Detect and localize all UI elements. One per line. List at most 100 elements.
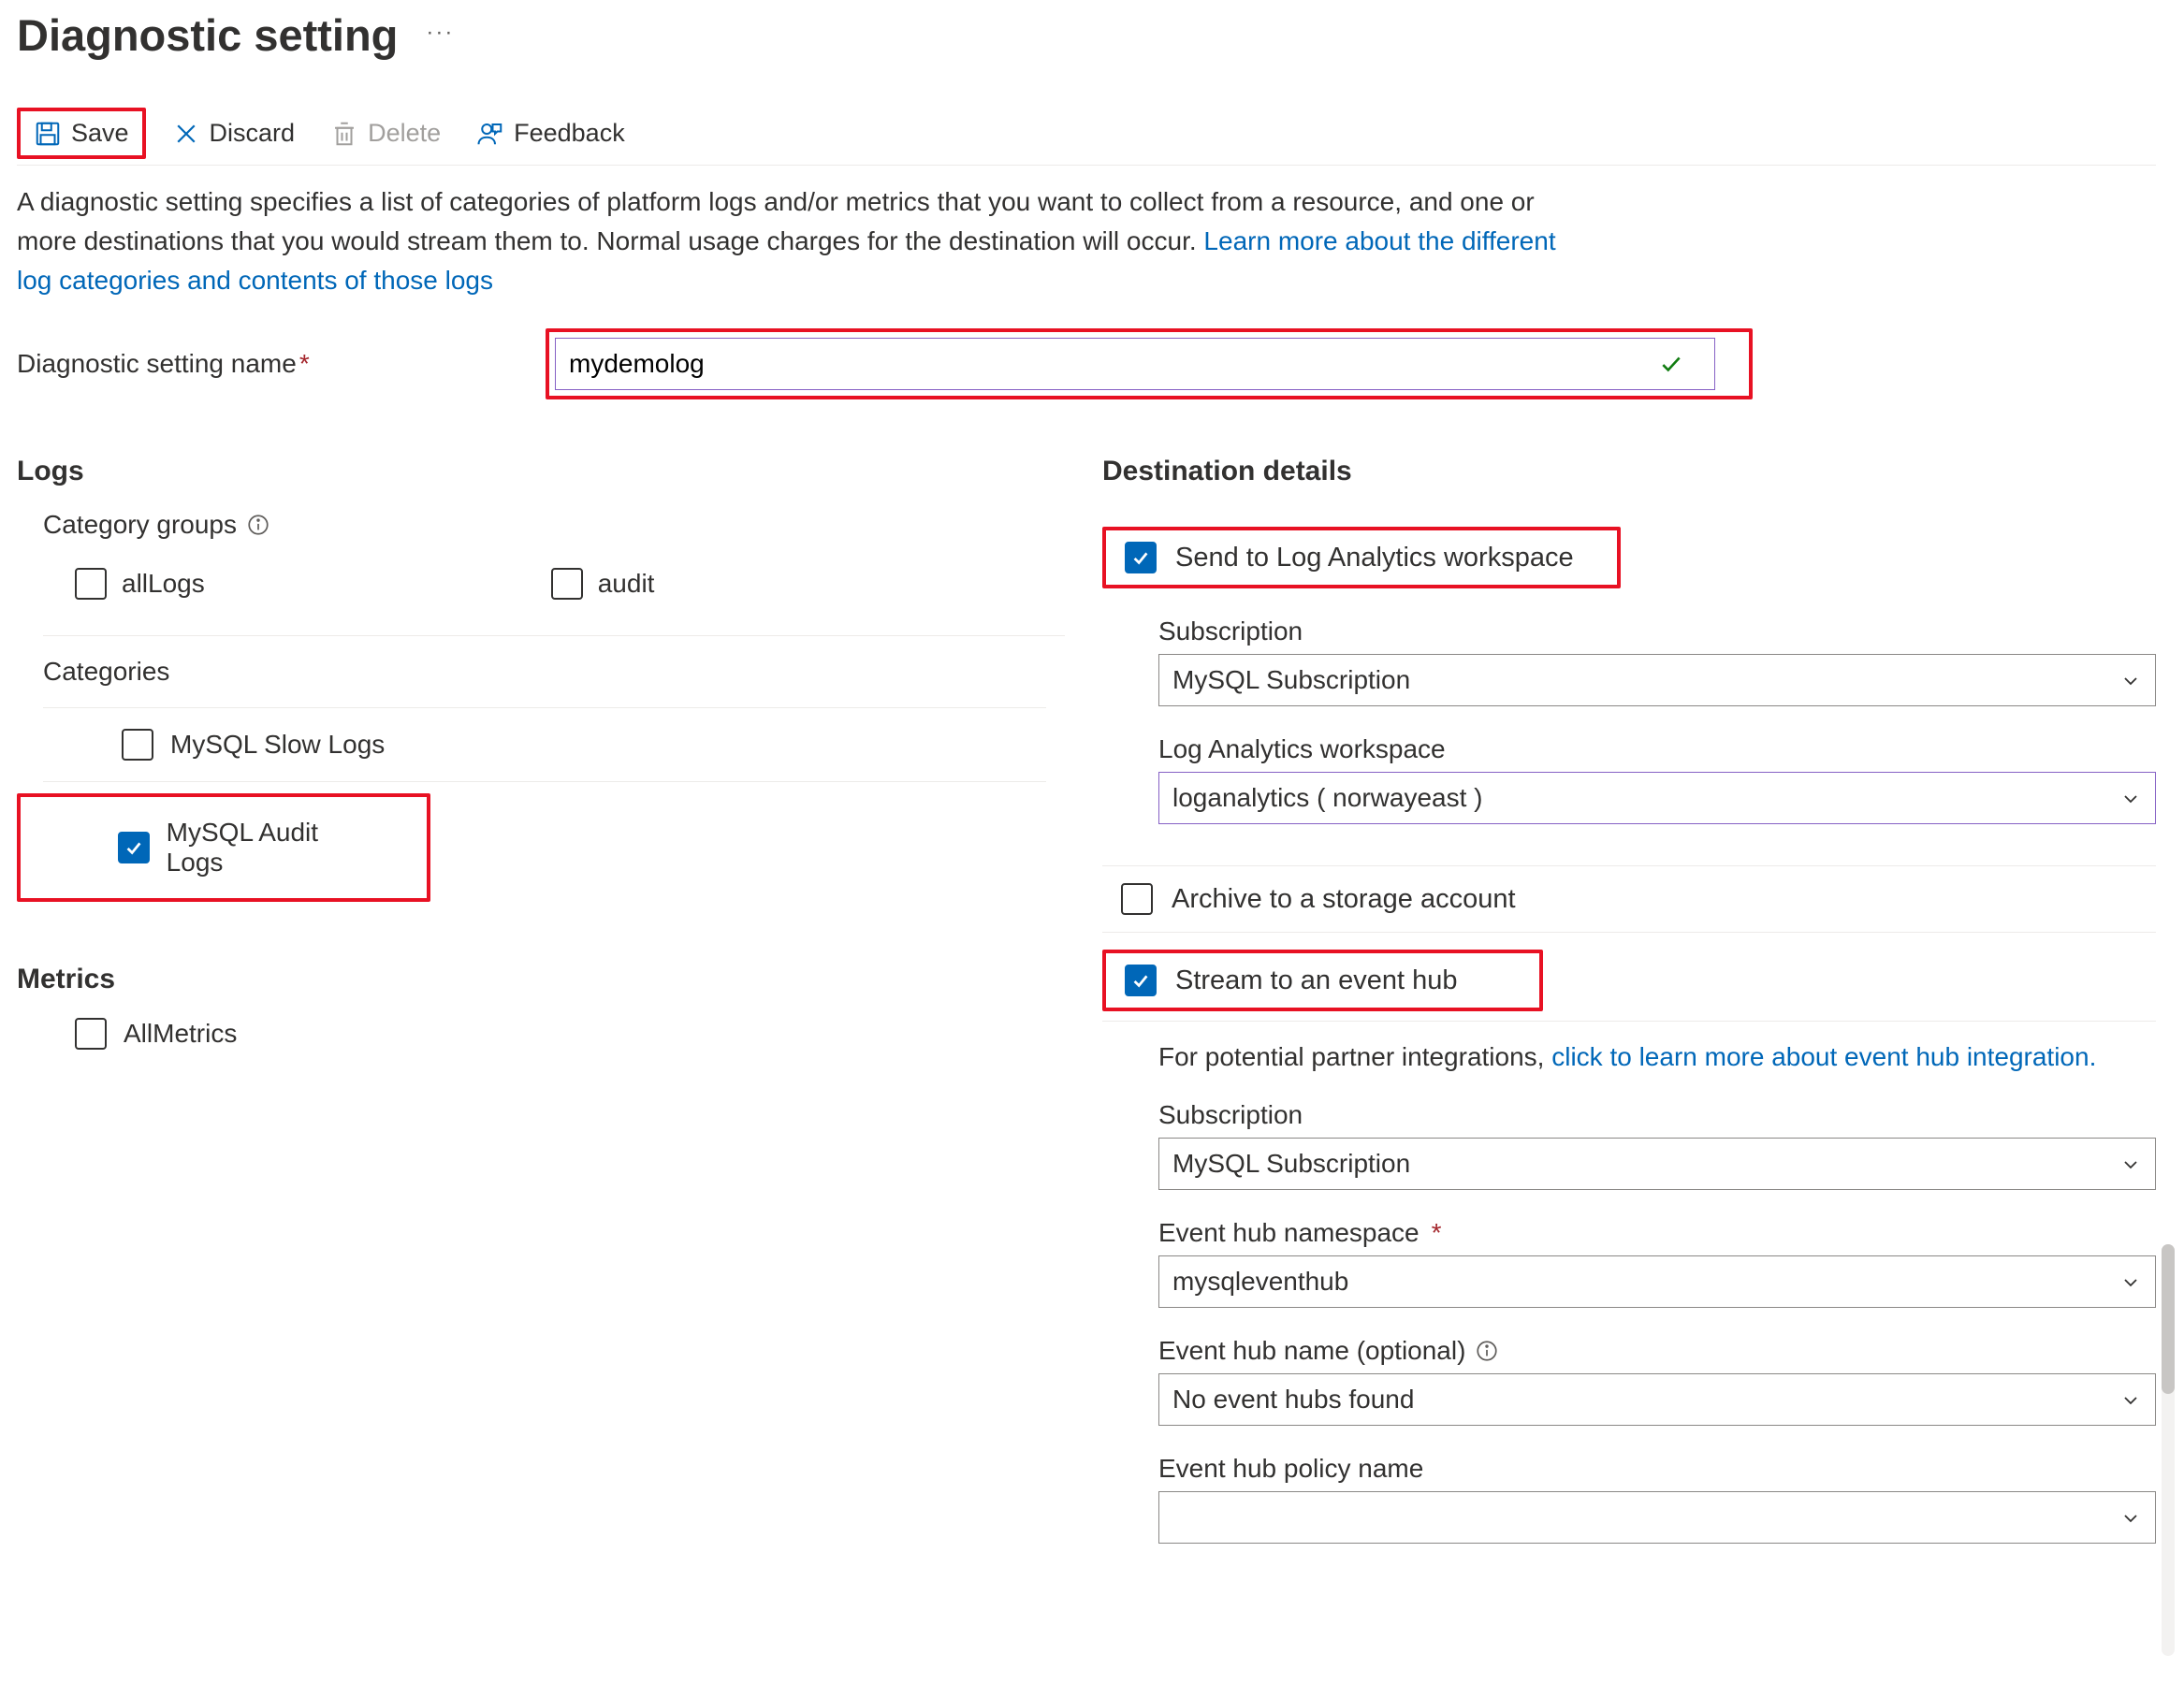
law-subscription-field: Subscription MySQL Subscription [1158, 617, 2156, 706]
more-icon[interactable]: ··· [426, 20, 454, 51]
eh-subscription-value: MySQL Subscription [1172, 1149, 1410, 1179]
delete-icon [330, 120, 358, 148]
law-highlight: Send to Log Analytics workspace [1102, 527, 1621, 588]
mysql-audit-logs-label: MySQL Audit Logs [167, 818, 380, 878]
eh-hubname-value: No event hubs found [1172, 1385, 1414, 1415]
logs-heading: Logs [17, 456, 1065, 487]
left-column: Logs Category groups allLogs audit Categ [17, 456, 1102, 1560]
eh-subscription-select[interactable]: MySQL Subscription [1158, 1138, 2156, 1190]
right-column: Destination details Send to Log Analytic… [1102, 456, 2156, 1560]
audit-checkbox-row: audit [551, 560, 655, 607]
eh-hubname-label-text: Event hub name (optional) [1158, 1336, 1465, 1366]
category-groups-row: allLogs audit [17, 560, 1065, 607]
law-workspace-label: Log Analytics workspace [1158, 734, 2156, 764]
eh-checkbox[interactable] [1125, 965, 1157, 996]
chevron-down-icon [2119, 669, 2142, 691]
law-workspace-field: Log Analytics workspace loganalytics ( n… [1158, 734, 2156, 824]
law-subscription-label: Subscription [1158, 617, 2156, 646]
toolbar: Save Discard Delete Feedback [17, 108, 2156, 166]
eh-highlight: Stream to an event hub [1102, 950, 1543, 1011]
save-icon [34, 120, 62, 148]
feedback-button[interactable]: Feedback [467, 113, 634, 153]
eh-hubname-select[interactable]: No event hubs found [1158, 1373, 2156, 1426]
save-button[interactable]: Save [17, 108, 146, 159]
description: A diagnostic setting specifies a list of… [17, 182, 1561, 300]
storage-checkbox[interactable] [1121, 883, 1153, 915]
chevron-down-icon [2119, 1388, 2142, 1411]
eh-namespace-label: Event hub namespace * [1158, 1218, 2156, 1248]
category-mysql-audit-logs: MySQL Audit Logs [73, 797, 408, 898]
save-label: Save [71, 119, 129, 148]
info-icon[interactable] [246, 513, 270, 537]
dest-storage-block: Archive to a storage account [1102, 866, 2156, 933]
mysql-slow-logs-checkbox[interactable] [122, 729, 153, 761]
eh-policy-select[interactable] [1158, 1491, 2156, 1544]
two-column-layout: Logs Category groups allLogs audit Categ [17, 456, 2156, 1560]
mysql-audit-logs-checkbox[interactable] [118, 832, 150, 863]
audit-label: audit [598, 569, 655, 599]
storage-label: Archive to a storage account [1172, 884, 1516, 915]
required-star: * [1432, 1218, 1442, 1248]
close-icon [172, 120, 200, 148]
eh-namespace-select[interactable]: mysqleventhub [1158, 1255, 2156, 1308]
categories-heading: Categories [43, 657, 1065, 687]
discard-label: Discard [210, 119, 296, 148]
chevron-down-icon [2119, 1153, 2142, 1175]
eh-namespace-label-text: Event hub namespace [1158, 1218, 1420, 1248]
law-label: Send to Log Analytics workspace [1175, 543, 1574, 573]
law-subscription-select[interactable]: MySQL Subscription [1158, 654, 2156, 706]
eh-subscription-field: Subscription MySQL Subscription [1158, 1100, 2156, 1190]
feedback-label: Feedback [514, 119, 625, 148]
chevron-down-icon [2119, 1270, 2142, 1293]
eh-hint-text: For potential partner integrations, [1158, 1042, 1551, 1071]
law-workspace-value: loganalytics ( norwayeast ) [1172, 783, 1482, 813]
eh-hubname-label: Event hub name (optional) [1158, 1336, 2156, 1366]
category-mysql-audit-logs-highlight: MySQL Audit Logs [17, 793, 430, 902]
page-title: Diagnostic setting [17, 9, 398, 61]
destination-heading: Destination details [1102, 456, 2156, 487]
scrollbar[interactable] [2162, 1244, 2175, 1656]
alllogs-checkbox-row: allLogs [17, 560, 205, 607]
audit-checkbox[interactable] [551, 568, 583, 600]
allmetrics-label: AllMetrics [124, 1019, 237, 1049]
dest-eh-block: Stream to an event hub For potential par… [1102, 933, 2156, 1560]
category-groups-label: Category groups [43, 510, 237, 540]
delete-label: Delete [368, 119, 441, 148]
setting-name-highlight [546, 328, 1753, 399]
required-star: * [299, 349, 310, 378]
info-icon[interactable] [1475, 1339, 1499, 1363]
eh-namespace-value: mysqleventhub [1172, 1267, 1348, 1297]
eh-policy-label: Event hub policy name [1158, 1454, 2156, 1484]
check-icon [1659, 352, 1683, 376]
eh-hint-link[interactable]: click to learn more about event hub inte… [1551, 1042, 2096, 1071]
alllogs-checkbox[interactable] [75, 568, 107, 600]
setting-name-input[interactable] [555, 338, 1715, 390]
eh-hint: For potential partner integrations, clic… [1158, 1042, 2156, 1072]
law-subscription-value: MySQL Subscription [1172, 665, 1410, 695]
eh-policy-field: Event hub policy name [1158, 1454, 2156, 1544]
diagnostic-setting-page: Diagnostic setting ··· Save Discard Dele… [0, 0, 2184, 1683]
eh-hubname-field: Event hub name (optional) No event hubs … [1158, 1336, 2156, 1426]
setting-name-label: Diagnostic setting name* [17, 349, 546, 379]
law-workspace-select[interactable]: loganalytics ( norwayeast ) [1158, 772, 2156, 824]
allmetrics-checkbox[interactable] [75, 1018, 107, 1050]
mysql-slow-logs-label: MySQL Slow Logs [170, 730, 385, 760]
setting-name-label-text: Diagnostic setting name [17, 349, 297, 378]
category-groups-heading: Category groups [43, 510, 1065, 540]
eh-namespace-field: Event hub namespace * mysqleventhub [1158, 1218, 2156, 1308]
eh-subscription-label: Subscription [1158, 1100, 2156, 1130]
category-mysql-slow-logs: MySQL Slow Logs [43, 707, 1046, 782]
law-checkbox[interactable] [1125, 542, 1157, 573]
allmetrics-row: AllMetrics [17, 1018, 1065, 1050]
metrics-heading: Metrics [17, 964, 1065, 995]
divider [43, 635, 1065, 636]
chevron-down-icon [2119, 787, 2142, 809]
setting-name-row: Diagnostic setting name* [17, 328, 2156, 399]
title-row: Diagnostic setting ··· [17, 9, 2156, 61]
scrollbar-thumb[interactable] [2162, 1244, 2175, 1394]
alllogs-label: allLogs [122, 569, 205, 599]
dest-law-block: Send to Log Analytics workspace Subscrip… [1102, 510, 2156, 866]
chevron-down-icon [2119, 1506, 2142, 1529]
discard-button[interactable]: Discard [163, 113, 305, 153]
eh-label: Stream to an event hub [1175, 965, 1457, 996]
